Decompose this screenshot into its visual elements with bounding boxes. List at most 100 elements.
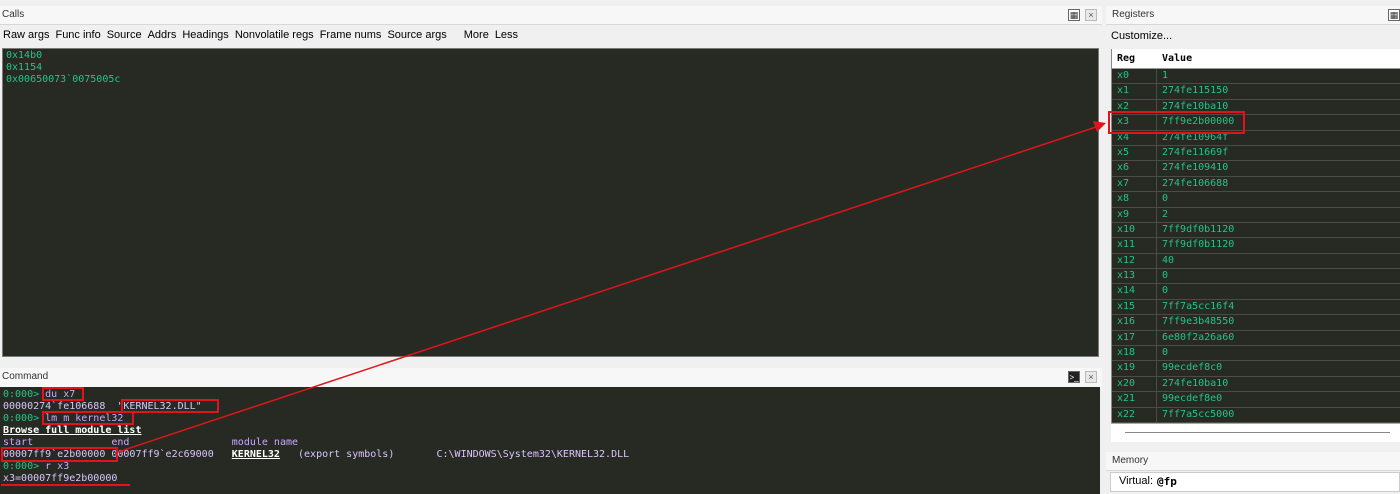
register-value[interactable]: 274fe11669f — [1162, 146, 1228, 160]
register-row[interactable]: x13 0 — [1112, 269, 1400, 285]
register-row[interactable]: x16 7ff9e3b48550 — [1112, 315, 1400, 331]
calls-toolbar-addrs[interactable]: Addrs — [148, 29, 177, 41]
register-row[interactable]: x20 274fe10ba10 — [1112, 376, 1400, 393]
register-row[interactable]: x17 6e80f2a26a60 — [1112, 330, 1400, 347]
calls-toolbar-raw-args[interactable]: Raw args — [3, 29, 49, 41]
register-row[interactable]: x21 99ecdef8e0 — [1112, 392, 1400, 408]
register-row[interactable]: x19 99ecdef8c0 — [1112, 361, 1400, 377]
highlight-lm-m-kernel32 — [42, 411, 134, 425]
register-name: x14 — [1117, 285, 1136, 297]
register-name: x1 — [1117, 85, 1130, 97]
register-row[interactable]: x12 40 — [1112, 253, 1400, 270]
register-value[interactable]: 7ff7a5cc16f4 — [1162, 300, 1234, 314]
command-output: 0:000> du x7 00000274`fe106688 "KERNEL32… — [0, 387, 1100, 494]
highlight-kernel32-dll — [121, 399, 219, 413]
register-name: x16 — [1117, 316, 1136, 328]
calls-title: Calls — [2, 9, 25, 20]
register-name: x21 — [1117, 393, 1136, 405]
register-value[interactable]: 99ecdef8e0 — [1162, 392, 1222, 406]
calls-titlebar: Calls ▦ × — [0, 6, 1102, 25]
register-name: x18 — [1117, 347, 1136, 359]
registers-header: Reg Value — [1112, 49, 1400, 69]
browse-module-list-link[interactable]: Browse full module list — [3, 425, 141, 437]
kernel32-module-link[interactable]: KERNEL32 — [232, 449, 280, 460]
register-value[interactable]: 0 — [1162, 284, 1168, 298]
registers-undock-icon[interactable]: ▦ — [1388, 9, 1400, 21]
register-value[interactable]: 7ff9df0b1120 — [1162, 223, 1234, 237]
register-value[interactable]: 274fe109410 — [1162, 161, 1228, 175]
virtual-address-input[interactable]: @fp — [1157, 475, 1177, 488]
calls-toolbar-nonvolatile-regs[interactable]: Nonvolatile regs — [235, 29, 314, 41]
registers-hscrollbar[interactable] — [1111, 423, 1400, 442]
calls-output: 0x14b0 0x1154 0x00650073`0075005c — [2, 48, 1099, 357]
register-row[interactable]: x0 1 — [1112, 69, 1400, 85]
register-row[interactable]: x7 274fe106688 — [1112, 176, 1400, 193]
register-row[interactable]: x14 0 — [1112, 284, 1400, 300]
calls-toolbar-headings[interactable]: Headings — [182, 29, 228, 41]
calls-toolbar-func-info[interactable]: Func info — [55, 29, 100, 41]
memory-titlebar: Memory — [1106, 452, 1400, 471]
calls-close-icon[interactable]: × — [1085, 9, 1097, 21]
register-row[interactable]: x5 274fe11669f — [1112, 145, 1400, 162]
register-value[interactable]: 274fe115150 — [1162, 84, 1228, 98]
register-name: x8 — [1117, 193, 1130, 205]
registers-table: Reg Value x0 1 x1 274fe115150 x2 274fe10ba10 x… — [1111, 49, 1400, 434]
register-row[interactable]: x10 7ff9df0b1120 — [1112, 222, 1400, 239]
col-reg-header: Reg — [1117, 53, 1136, 64]
register-name: x0 — [1117, 70, 1130, 81]
highlight-x3-register — [1108, 111, 1245, 134]
register-value[interactable]: 7ff7a5cc5000 — [1162, 408, 1234, 422]
calls-toolbar-source[interactable]: Source — [107, 29, 142, 41]
command-close-icon[interactable]: × — [1085, 371, 1097, 383]
calls-toolbar-less[interactable]: Less — [495, 29, 518, 41]
register-value[interactable]: 274fe10ba10 — [1162, 377, 1228, 391]
register-name: x12 — [1117, 254, 1136, 266]
memory-address-row: Virtual: @fp — [1110, 472, 1400, 492]
highlight-x3-value — [1, 484, 130, 487]
memory-pane: Memory Virtual: @fp — [1106, 452, 1400, 494]
virtual-label: Virtual: — [1119, 475, 1154, 487]
register-name: x6 — [1117, 162, 1130, 174]
calls-line: 0x14b0 — [6, 50, 43, 61]
register-value[interactable]: 7ff9e3b48550 — [1162, 315, 1234, 329]
calls-toolbar-frame-nums[interactable]: Frame nums — [320, 29, 382, 41]
memory-title: Memory — [1112, 455, 1149, 466]
register-value[interactable]: 0 — [1162, 192, 1168, 206]
calls-toolbar: Raw args Func info Source Addrs Headings Nonv… — [0, 25, 521, 45]
register-value[interactable]: 7ff9df0b1120 — [1162, 238, 1234, 252]
register-name: x17 — [1117, 331, 1136, 343]
calls-toolbar-more[interactable]: More — [464, 29, 489, 41]
register-name: x7 — [1117, 177, 1130, 189]
register-value[interactable]: 274fe106688 — [1162, 177, 1228, 191]
register-row[interactable]: x9 2 — [1112, 207, 1400, 223]
register-row[interactable]: x8 0 — [1112, 192, 1400, 208]
calls-line: 0x00650073`0075005c — [6, 74, 121, 85]
col-value-header: Value — [1162, 53, 1193, 64]
register-value[interactable]: 99ecdef8c0 — [1162, 361, 1222, 375]
register-row[interactable]: x6 274fe109410 — [1112, 161, 1400, 177]
cmd-line-7: 0:000> r x3 — [3, 461, 70, 472]
highlight-du-x7 — [42, 387, 84, 401]
calls-undock-icon[interactable]: ▦ — [1068, 9, 1080, 21]
register-row[interactable]: x11 7ff9df0b1120 — [1112, 238, 1400, 254]
register-value[interactable]: 6e80f2a26a60 — [1162, 331, 1234, 345]
register-row[interactable]: x22 7ff7a5cc5000 — [1112, 407, 1400, 423]
calls-toolbar-source-args[interactable]: Source args — [387, 29, 446, 41]
register-value[interactable]: 2 — [1162, 208, 1168, 222]
register-name: x9 — [1117, 208, 1130, 220]
register-row[interactable]: x1 274fe115150 — [1112, 84, 1400, 100]
calls-pane: Calls ▦ × Raw args Func info Source Addrs He… — [0, 6, 1102, 358]
calls-lines: 0x14b0 0x1154 0x00650073`0075005c — [6, 50, 1095, 86]
register-value[interactable]: 1 — [1162, 69, 1168, 83]
register-row[interactable]: x18 0 — [1112, 346, 1400, 362]
register-value[interactable]: 0 — [1162, 346, 1168, 360]
command-prompt-icon[interactable]: >_ — [1068, 371, 1080, 383]
command-titlebar: Command >_ × — [0, 368, 1102, 387]
register-name: x20 — [1117, 377, 1136, 389]
register-name: x11 — [1117, 239, 1136, 251]
register-value[interactable]: 40 — [1162, 254, 1174, 268]
register-row[interactable]: x15 7ff7a5cc16f4 — [1112, 299, 1400, 316]
register-value[interactable]: 0 — [1162, 269, 1168, 283]
register-name: x19 — [1117, 362, 1136, 374]
customize-button[interactable]: Customize... — [1111, 30, 1172, 42]
